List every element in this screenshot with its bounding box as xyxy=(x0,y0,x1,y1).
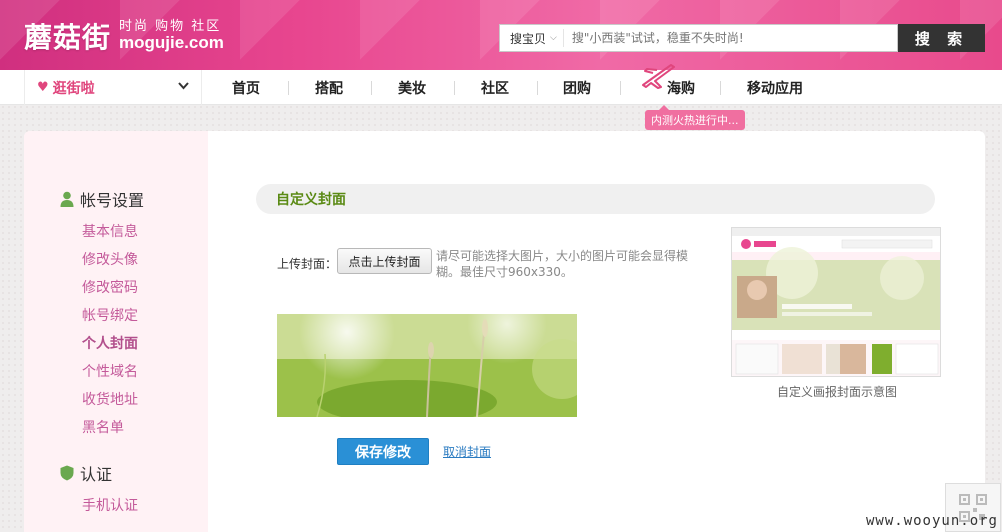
nav-item-beauty[interactable]: 美妆 xyxy=(398,70,426,105)
sidebar-item-blacklist[interactable]: 黑名单 xyxy=(82,417,124,437)
heart-icon: ♥ xyxy=(37,80,49,95)
promo-tooltip: 内测火热进行中... xyxy=(645,105,745,130)
nav-item-mobile-app[interactable]: 移动应用 xyxy=(747,70,803,105)
search-bar: 搜宝贝 ⌵ 搜 索 xyxy=(499,24,985,52)
sidebar-item-cover[interactable]: 个人封面 xyxy=(82,333,138,353)
shop-dropdown[interactable]: ♥ 逛街啦 xyxy=(24,70,202,105)
nav-divider xyxy=(371,81,372,95)
verification-heading: 认证 xyxy=(60,461,112,485)
nav-divider xyxy=(620,81,621,95)
site-header: 蘑菇街 时尚 购物 社区 mogujie.com 搜宝贝 ⌵ 搜 索 xyxy=(0,0,1002,70)
shield-icon xyxy=(60,465,74,481)
search-scope-label: 搜宝贝 xyxy=(510,31,547,46)
main-nav: ♥ 逛街啦 首页 搭配 美妆 社区 团购 海购 移动应用 xyxy=(0,70,1002,105)
preview-caption: 自定义画报封面示意图 xyxy=(777,385,898,399)
site-logo[interactable]: 蘑菇街 时尚 购物 社区 mogujie.com xyxy=(24,16,224,56)
account-settings-heading: 帐号设置 xyxy=(60,187,144,211)
watermark: www.wooyun.org xyxy=(865,513,998,529)
sidebar-item-phone-verify[interactable]: 手机认证 xyxy=(82,495,138,515)
search-input[interactable] xyxy=(563,25,897,51)
section-title: 自定义封面 xyxy=(256,184,935,214)
nav-item-home[interactable]: 首页 xyxy=(232,70,260,105)
logo-domain: mogujie.com xyxy=(119,32,224,52)
nav-divider xyxy=(288,81,289,95)
sidebar-item-binding[interactable]: 帐号绑定 xyxy=(82,305,138,325)
nav-item-match[interactable]: 搭配 xyxy=(315,70,343,105)
nav-divider xyxy=(720,81,721,95)
nav-item-community[interactable]: 社区 xyxy=(481,70,509,105)
sidebar-item-password[interactable]: 修改密码 xyxy=(82,277,138,297)
search-scope-select[interactable]: 搜宝贝 ⌵ xyxy=(500,29,564,47)
save-button[interactable]: 保存修改 xyxy=(337,438,429,465)
cover-preview-image xyxy=(731,227,941,377)
sidebar-item-domain[interactable]: 个性域名 xyxy=(82,361,138,381)
nav-divider xyxy=(454,81,455,95)
shop-dropdown-label: 逛街啦 xyxy=(52,80,95,97)
cover-settings-content: 自定义封面 上传封面： 点击上传封面 请尽可能选择大图片，大小的图片可能会显得模… xyxy=(208,131,985,532)
sidebar-item-basic-info[interactable]: 基本信息 xyxy=(82,221,138,241)
upload-hint: 请尽可能选择大图片，大小的图片可能会显得模糊。最佳尺寸960x330。 xyxy=(436,249,689,280)
verification-label: 认证 xyxy=(80,465,113,484)
logo-text: 蘑菇街 xyxy=(24,21,112,54)
airplane-icon xyxy=(642,64,675,89)
sidebar-item-avatar[interactable]: 修改头像 xyxy=(82,249,138,269)
settings-sidebar: 帐号设置 基本信息 修改头像 修改密码 帐号绑定 个人封面 个性域名 收货地址 … xyxy=(24,131,208,532)
user-icon xyxy=(60,191,74,207)
chevron-down-icon xyxy=(178,79,189,93)
search-button[interactable]: 搜 索 xyxy=(898,24,985,52)
nav-item-group-buy[interactable]: 团购 xyxy=(563,70,591,105)
settings-panel: 帐号设置 基本信息 修改头像 修改密码 帐号绑定 个人封面 个性域名 收货地址 … xyxy=(24,131,985,532)
chevron-down-icon: ⌵ xyxy=(550,33,557,43)
logo-slogan: 时尚 购物 社区 xyxy=(119,18,222,34)
sidebar-item-address[interactable]: 收货地址 xyxy=(82,389,138,409)
cover-image xyxy=(277,314,577,417)
cancel-cover-link[interactable]: 取消封面 xyxy=(443,443,491,460)
nav-divider xyxy=(537,81,538,95)
upload-label: 上传封面： xyxy=(277,257,338,271)
upload-cover-button[interactable]: 点击上传封面 xyxy=(337,248,432,274)
account-settings-label: 帐号设置 xyxy=(80,191,145,210)
